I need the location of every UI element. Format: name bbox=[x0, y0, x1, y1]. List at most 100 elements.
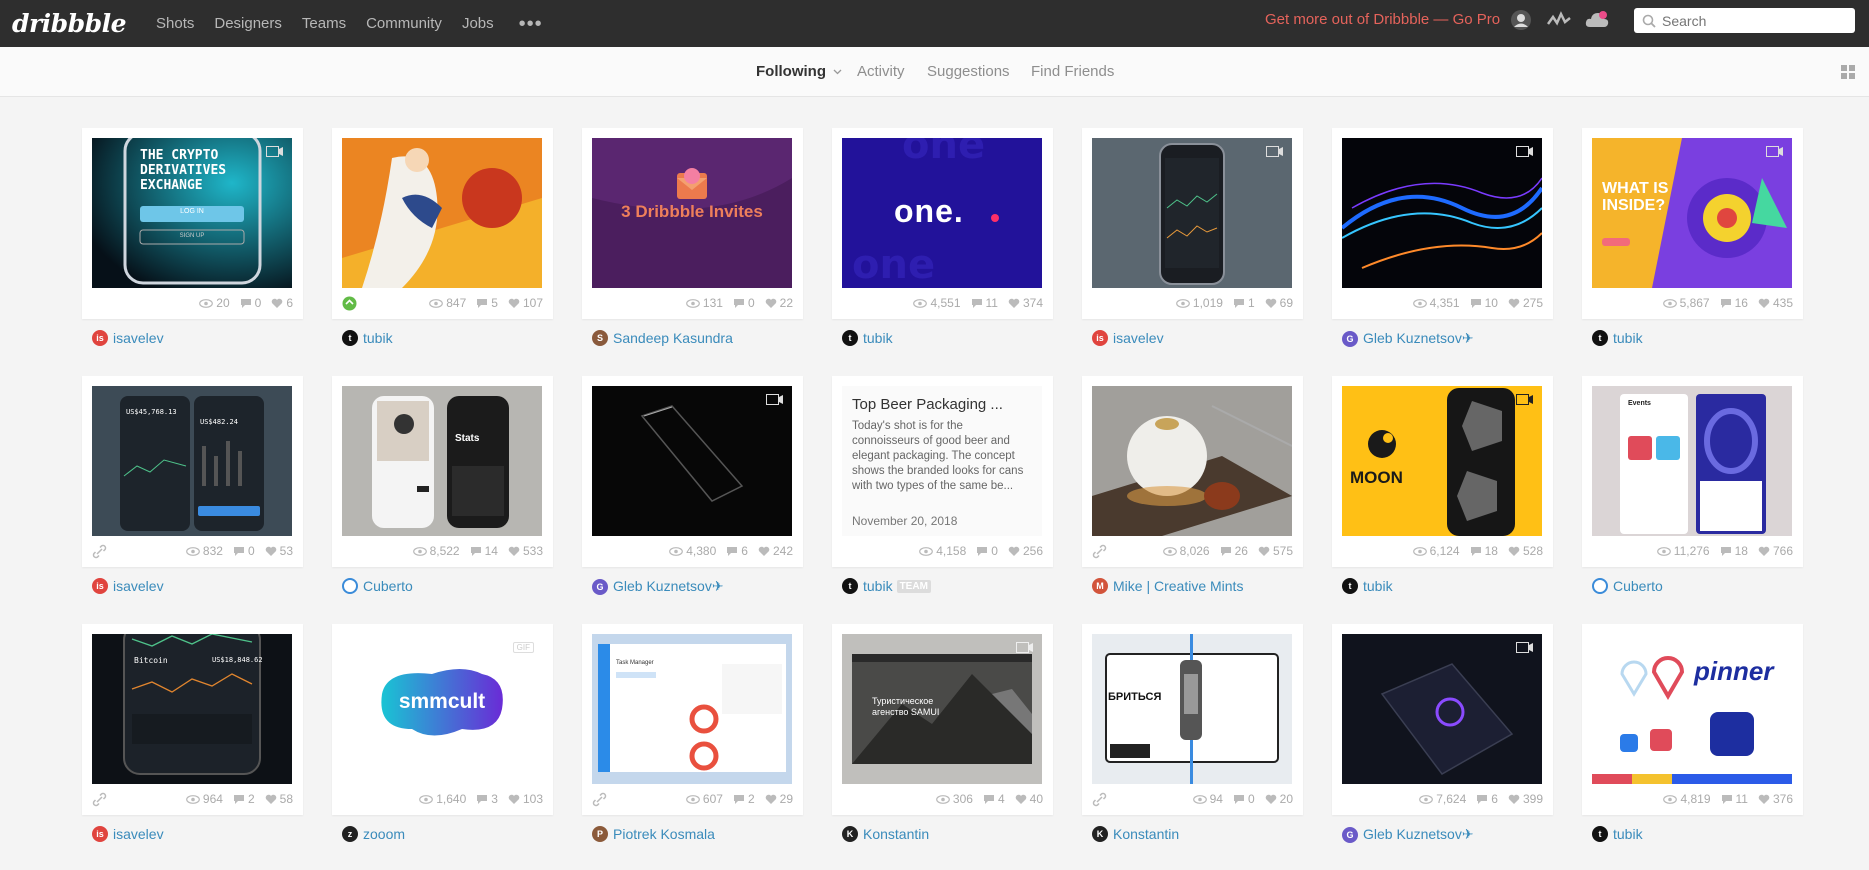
shot-thumbnail[interactable]: WHAT IS INSIDE? bbox=[1592, 138, 1792, 288]
author-name[interactable]: Mike | Creative Mints bbox=[1113, 578, 1243, 594]
shot-author[interactable]: is isavelev bbox=[92, 826, 164, 842]
comments-stat[interactable]: 4 bbox=[983, 792, 1005, 806]
shot-card[interactable]: pinner 4,819 11 376 bbox=[1582, 624, 1803, 815]
nav-link-community[interactable]: Community bbox=[366, 15, 442, 32]
shot-card[interactable]: 8,026 26 575 bbox=[1082, 376, 1303, 567]
shot-author[interactable]: G Gleb Kuznetsov✈ bbox=[1342, 330, 1474, 347]
shot-author[interactable]: G Gleb Kuznetsov✈ bbox=[592, 578, 724, 595]
tab-activity[interactable]: Activity bbox=[857, 63, 905, 80]
shot-author[interactable]: t tubik bbox=[1342, 578, 1393, 594]
likes-stat[interactable]: 22 bbox=[765, 296, 793, 310]
shot-thumbnail[interactable]: 3 Dribbble Invites bbox=[592, 138, 792, 288]
comments-stat[interactable]: 3 bbox=[476, 792, 498, 806]
activity-icon[interactable] bbox=[1546, 9, 1571, 31]
shot-thumbnail[interactable] bbox=[342, 138, 542, 288]
shot-card[interactable]: smmcult GIF 1,640 3 103 bbox=[332, 624, 553, 815]
author-name[interactable]: Sandeep Kasundra bbox=[613, 330, 733, 346]
comments-stat[interactable]: 0 bbox=[233, 544, 255, 558]
likes-stat[interactable]: 103 bbox=[508, 792, 543, 806]
comments-stat[interactable]: 11 bbox=[1721, 792, 1748, 806]
shot-author[interactable]: is isavelev bbox=[92, 330, 164, 346]
author-name[interactable]: tubik bbox=[863, 578, 893, 594]
likes-stat[interactable]: 107 bbox=[508, 296, 543, 310]
author-name[interactable]: Piotrek Kosmala bbox=[613, 826, 715, 842]
author-name[interactable]: Cuberto bbox=[1613, 578, 1663, 594]
nav-link-shots[interactable]: Shots bbox=[156, 15, 194, 32]
comments-stat[interactable]: 0 bbox=[240, 296, 261, 310]
comments-stat[interactable]: 5 bbox=[476, 296, 498, 310]
shot-thumbnail[interactable]: smmcult GIF bbox=[342, 634, 542, 784]
author-name[interactable]: tubik bbox=[1363, 578, 1393, 594]
author-name[interactable]: tubik bbox=[363, 330, 393, 346]
likes-stat[interactable]: 40 bbox=[1015, 792, 1043, 806]
shot-card[interactable]: 4,380 6 242 bbox=[582, 376, 803, 567]
author-name[interactable]: isavelev bbox=[113, 826, 164, 842]
shot-thumbnail[interactable] bbox=[1092, 138, 1292, 288]
shot-thumbnail[interactable] bbox=[1342, 138, 1542, 288]
upload-cloud-icon[interactable] bbox=[1584, 9, 1609, 31]
shot-thumbnail[interactable]: one one one. bbox=[842, 138, 1042, 288]
author-name[interactable]: Cuberto bbox=[363, 578, 413, 594]
dribbble-logo[interactable]: dribbble bbox=[12, 9, 127, 38]
likes-stat[interactable]: 53 bbox=[265, 544, 293, 558]
shot-card[interactable]: Top Beer Packaging ... Today's shot is f… bbox=[832, 376, 1053, 567]
shot-card[interactable]: 3 Dribbble Invites 131 0 22 bbox=[582, 128, 803, 319]
comments-stat[interactable]: 18 bbox=[1720, 544, 1748, 558]
shot-card[interactable]: 4,351 10 275 bbox=[1332, 128, 1553, 319]
author-name[interactable]: tubik bbox=[1613, 330, 1643, 346]
shot-author[interactable]: is isavelev bbox=[1092, 330, 1164, 346]
comments-stat[interactable]: 6 bbox=[726, 544, 748, 558]
comments-stat[interactable]: 1 bbox=[1233, 296, 1255, 310]
shot-thumbnail[interactable]: Stats bbox=[342, 386, 542, 536]
comments-stat[interactable]: 10 bbox=[1470, 296, 1498, 310]
author-name[interactable]: Konstantin bbox=[1113, 826, 1179, 842]
likes-stat[interactable]: 533 bbox=[508, 544, 543, 558]
shot-thumbnail[interactable] bbox=[1342, 634, 1542, 784]
author-name[interactable]: tubik bbox=[863, 330, 893, 346]
shot-card[interactable]: 847 5 107 bbox=[332, 128, 553, 319]
shot-author[interactable]: S Sandeep Kasundra bbox=[592, 330, 733, 346]
likes-stat[interactable]: 374 bbox=[1008, 296, 1043, 310]
nav-link-jobs[interactable]: Jobs bbox=[462, 15, 494, 32]
comments-stat[interactable]: 26 bbox=[1220, 544, 1248, 558]
shot-thumbnail[interactable] bbox=[592, 386, 792, 536]
shot-author[interactable]: K Konstantin bbox=[842, 826, 929, 842]
likes-stat[interactable]: 29 bbox=[765, 792, 793, 806]
shot-thumbnail[interactable]: Events bbox=[1592, 386, 1792, 536]
shot-card[interactable]: Туристическое агенство SAMUI 306 4 40 bbox=[832, 624, 1053, 815]
shot-card[interactable]: Events 11,276 18 766 bbox=[1582, 376, 1803, 567]
tab-find-friends[interactable]: Find Friends bbox=[1031, 63, 1114, 80]
shot-thumbnail[interactable]: THE CRYPTO DERIVATIVES EXCHANGE LOG IN S… bbox=[92, 138, 292, 288]
author-name[interactable]: Gleb Kuznetsov✈ bbox=[613, 578, 724, 595]
shot-author[interactable]: M Mike | Creative Mints bbox=[1092, 578, 1243, 594]
shot-thumbnail[interactable]: Туристическое агенство SAMUI bbox=[842, 634, 1042, 784]
shot-author[interactable]: P Piotrek Kosmala bbox=[592, 826, 715, 842]
shot-card[interactable]: WHAT IS INSIDE? 5,867 16 435 bbox=[1582, 128, 1803, 319]
author-name[interactable]: Gleb Kuznetsov✈ bbox=[1363, 826, 1474, 843]
shot-thumbnail[interactable] bbox=[1092, 386, 1292, 536]
likes-stat[interactable]: 20 bbox=[1265, 792, 1293, 806]
shot-author[interactable]: z zooom bbox=[342, 826, 405, 842]
tab-following[interactable]: Following bbox=[756, 63, 842, 80]
likes-stat[interactable]: 575 bbox=[1258, 544, 1293, 558]
likes-stat[interactable]: 242 bbox=[758, 544, 793, 558]
shot-author[interactable]: t tubik bbox=[842, 330, 893, 346]
likes-stat[interactable]: 6 bbox=[271, 296, 293, 310]
shot-author[interactable]: G Gleb Kuznetsov✈ bbox=[1342, 826, 1474, 843]
shot-author[interactable]: is isavelev bbox=[92, 578, 164, 594]
nav-link-teams[interactable]: Teams bbox=[302, 15, 346, 32]
grid-view-icon[interactable] bbox=[1841, 65, 1856, 80]
shot-author[interactable]: K Konstantin bbox=[1092, 826, 1179, 842]
likes-stat[interactable]: 766 bbox=[1758, 544, 1793, 558]
shot-thumbnail[interactable]: US$45,768.13 US$482.24 bbox=[92, 386, 292, 536]
author-name[interactable]: zooom bbox=[363, 826, 405, 842]
likes-stat[interactable]: 58 bbox=[265, 792, 293, 806]
search-box[interactable] bbox=[1634, 8, 1855, 33]
shot-thumbnail[interactable]: БРИТЬСЯ bbox=[1092, 634, 1292, 784]
likes-stat[interactable]: 275 bbox=[1508, 296, 1543, 310]
likes-stat[interactable]: 376 bbox=[1758, 792, 1793, 806]
likes-stat[interactable]: 528 bbox=[1508, 544, 1543, 558]
author-name[interactable]: tubik bbox=[1613, 826, 1643, 842]
more-menu-icon[interactable]: ••• bbox=[519, 14, 543, 34]
comments-stat[interactable]: 0 bbox=[1233, 792, 1255, 806]
